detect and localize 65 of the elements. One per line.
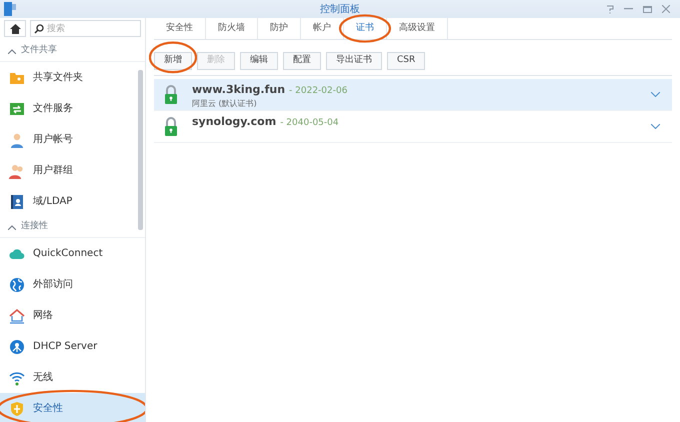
minimize-icon[interactable] bbox=[624, 8, 633, 10]
sidebar-item[interactable]: 域/LDAP bbox=[0, 186, 145, 217]
sidebar-item[interactable]: 用户帐号 bbox=[0, 124, 145, 155]
search-field[interactable]: 搜索 bbox=[30, 20, 141, 37]
certificate-name: www.3king.fun bbox=[192, 82, 286, 98]
sidebar-label: 无线 bbox=[33, 370, 53, 385]
chevron-down-icon[interactable] bbox=[651, 92, 660, 97]
sidebar-item[interactable]: 外部访问 bbox=[0, 269, 145, 300]
address-book-icon bbox=[9, 194, 25, 210]
lock-icon bbox=[164, 84, 178, 105]
sidebar-label: QuickConnect bbox=[33, 247, 103, 261]
sidebar-item[interactable]: 网络 bbox=[0, 300, 145, 331]
home-icon bbox=[10, 24, 20, 34]
globe-icon bbox=[9, 276, 25, 292]
close-icon[interactable] bbox=[662, 5, 670, 13]
sidebar-item[interactable]: QuickConnect bbox=[0, 238, 145, 269]
sidebar-item[interactable]: DHCP Server bbox=[0, 331, 145, 362]
shield-icon bbox=[9, 400, 25, 416]
file-service-icon bbox=[9, 100, 25, 116]
tab[interactable]: 防火墙 bbox=[206, 18, 257, 39]
help-icon[interactable] bbox=[606, 4, 614, 14]
tab[interactable]: 帐户 bbox=[301, 18, 343, 39]
certificate-name: synology.com bbox=[192, 114, 276, 130]
tab[interactable]: 高级设置 bbox=[387, 18, 447, 39]
tab[interactable]: 防护 bbox=[258, 18, 300, 39]
sidebar-label: 文件服务 bbox=[33, 102, 73, 116]
sidebar-label: 外部访问 bbox=[33, 278, 73, 292]
chevron-down-icon[interactable] bbox=[651, 124, 660, 129]
lock-icon bbox=[164, 116, 178, 137]
sidebar-item[interactable]: 用户群组 bbox=[0, 155, 145, 186]
scrollbar[interactable] bbox=[138, 70, 143, 230]
sidebar-item[interactable]: 无线 bbox=[0, 362, 145, 393]
sidebar-item[interactable]: 安全性 bbox=[0, 393, 145, 422]
certificate-note: 阿里云 (默认证书) bbox=[192, 98, 258, 110]
expiry-date: - 2040-05-04 bbox=[280, 116, 339, 130]
tab[interactable]: 安全性 bbox=[154, 18, 205, 39]
section-header[interactable]: 文件共享 bbox=[0, 41, 145, 62]
sidebar-label: 安全性 bbox=[33, 402, 63, 416]
sidebar-label: 域/LDAP bbox=[33, 194, 72, 209]
house-icon bbox=[9, 308, 25, 324]
expiry-date: - 2022-02-06 bbox=[289, 84, 348, 98]
wifi-icon bbox=[9, 370, 25, 386]
search-icon bbox=[34, 24, 44, 34]
network-icon bbox=[9, 338, 25, 354]
toolbar-button[interactable]: 新增 bbox=[154, 52, 192, 70]
sidebar-label: 用户帐号 bbox=[33, 132, 73, 147]
toolbar-button[interactable]: CSR bbox=[387, 52, 426, 70]
sidebar-label: DHCP Server bbox=[33, 340, 98, 354]
sidebar-label: 用户群组 bbox=[33, 164, 73, 178]
user-icon bbox=[9, 132, 25, 148]
window-title: 控制面板 bbox=[320, 2, 360, 16]
section-title: 文件共享 bbox=[21, 44, 57, 58]
toolbar-button[interactable]: 编辑 bbox=[240, 52, 278, 70]
sidebar-item[interactable]: 共享文件夹 bbox=[0, 62, 145, 93]
certificate-row[interactable]: www.3king.fun - 2022-02-06 阿里云 (默认证书) bbox=[154, 78, 672, 111]
section-title: 连接性 bbox=[21, 220, 48, 234]
toolbar-button[interactable]: 配置 bbox=[283, 52, 321, 70]
sidebar-label: 共享文件夹 bbox=[33, 70, 83, 85]
maximize-icon[interactable] bbox=[643, 6, 652, 12]
user-group-icon bbox=[9, 162, 25, 178]
toolbar-button[interactable]: 导出证书 bbox=[326, 52, 382, 70]
home-button[interactable] bbox=[4, 20, 26, 37]
sidebar-label: 网络 bbox=[33, 309, 53, 323]
app-icon bbox=[4, 2, 16, 16]
sidebar-item[interactable]: 文件服务 bbox=[0, 93, 145, 124]
